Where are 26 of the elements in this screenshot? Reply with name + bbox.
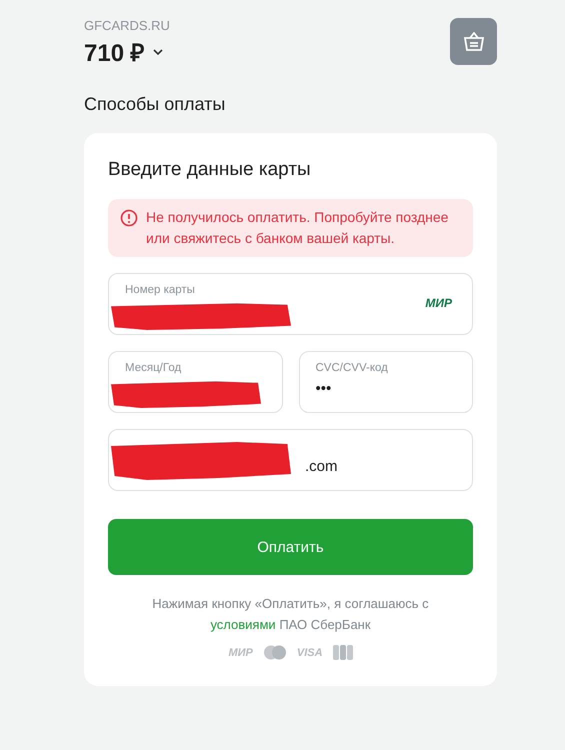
card-number-field[interactable]: Номер карты МИР	[108, 273, 473, 335]
jcb-icon	[332, 645, 353, 660]
amount: 710 ₽	[84, 39, 145, 68]
warning-icon	[120, 209, 138, 227]
field-label: Месяц/Год	[125, 362, 182, 374]
shop-name: GFCARDS.RU	[84, 18, 170, 33]
card-title: Введите данные карты	[108, 159, 312, 181]
mastercard-icon	[262, 645, 287, 660]
card-logo: МИР	[425, 296, 452, 310]
pay-button[interactable]: Оплатить	[108, 519, 473, 575]
basket-icon	[462, 32, 484, 52]
payment-logo: VISA	[296, 646, 323, 658]
terms-link[interactable]: условиями	[210, 617, 276, 632]
error-message: Не получилось оплатить. Попробуйте позднее или свяжитесь с банком вашей карты.	[146, 208, 450, 248]
field-value: .com	[305, 458, 339, 475]
field-label: Номер карты	[125, 284, 196, 296]
payment-logo: МИР	[228, 646, 253, 658]
section-title: Способы оплаты	[84, 94, 226, 115]
field-label: CVC/CVV-код	[316, 362, 389, 374]
terms-text: Нажимая кнопку «Оплатить», я соглашаюсь с условиями ПАО СберБанк	[151, 595, 430, 634]
field-value: •••	[316, 380, 332, 397]
chevron-icon[interactable]	[152, 48, 163, 54]
input-field[interactable]: Месяц/Год	[108, 351, 282, 413]
input-field[interactable]: .com	[108, 429, 473, 491]
input-field[interactable]: CVC/CVV-код •••	[298, 351, 473, 413]
basket-button[interactable]	[450, 18, 497, 65]
